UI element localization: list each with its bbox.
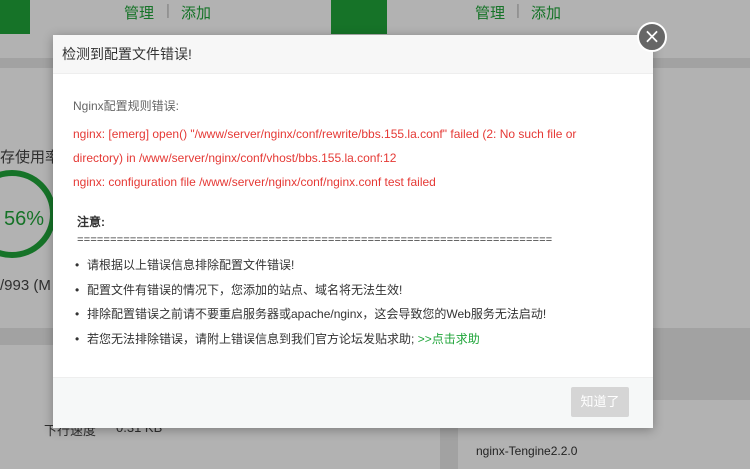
note-text: 配置文件有错误的情况下，您添加的站点、域名将无法生效!	[87, 282, 403, 297]
error-line-2: directory) in /www/server/nginx/conf/vho…	[73, 151, 397, 165]
note-item: 排除配置错误之前请不要重启服务器或apache/nginx，这会导致您的Web服…	[73, 302, 633, 327]
note-list: 请根据以上错误信息排除配置文件错误! 配置文件有错误的情况下，您添加的站点、域名…	[73, 253, 633, 351]
error-heading: Nginx配置规则错误:	[73, 99, 180, 113]
note-text: 若您无法排除错误，请附上错误信息到我们官方论坛发贴求助;	[87, 331, 415, 346]
error-line-1: nginx: [emerg] open() "/www/server/nginx…	[73, 127, 577, 141]
note-text: 排除配置错误之前请不要重启服务器或apache/nginx，这会导致您的Web服…	[87, 307, 547, 321]
ok-button[interactable]: 知道了	[571, 387, 629, 417]
note-item: 配置文件有错误的情况下，您添加的站点、域名将无法生效!	[73, 278, 633, 303]
note-item: 请根据以上错误信息排除配置文件错误!	[73, 253, 633, 278]
help-link[interactable]: >>点击求助	[418, 332, 480, 346]
note-item: 若您无法排除错误，请附上错误信息到我们官方论坛发贴求助; >>点击求助	[73, 327, 633, 352]
config-error-dialog: 检测到配置文件错误! Nginx配置规则错误: nginx: [emerg] o…	[53, 35, 653, 428]
note-divider: ========================================…	[77, 235, 553, 247]
error-line-3: nginx: configuration file /www/server/ng…	[73, 175, 436, 189]
note-heading: 注意:	[77, 215, 105, 229]
dialog-body: Nginx配置规则错误: nginx: [emerg] open() "/www…	[73, 97, 633, 351]
dialog-footer: 知道了	[53, 377, 653, 428]
note-text: 请根据以上错误信息排除配置文件错误!	[87, 258, 295, 272]
dialog-title: 检测到配置文件错误!	[53, 35, 653, 74]
close-icon[interactable]: ×	[637, 22, 667, 52]
